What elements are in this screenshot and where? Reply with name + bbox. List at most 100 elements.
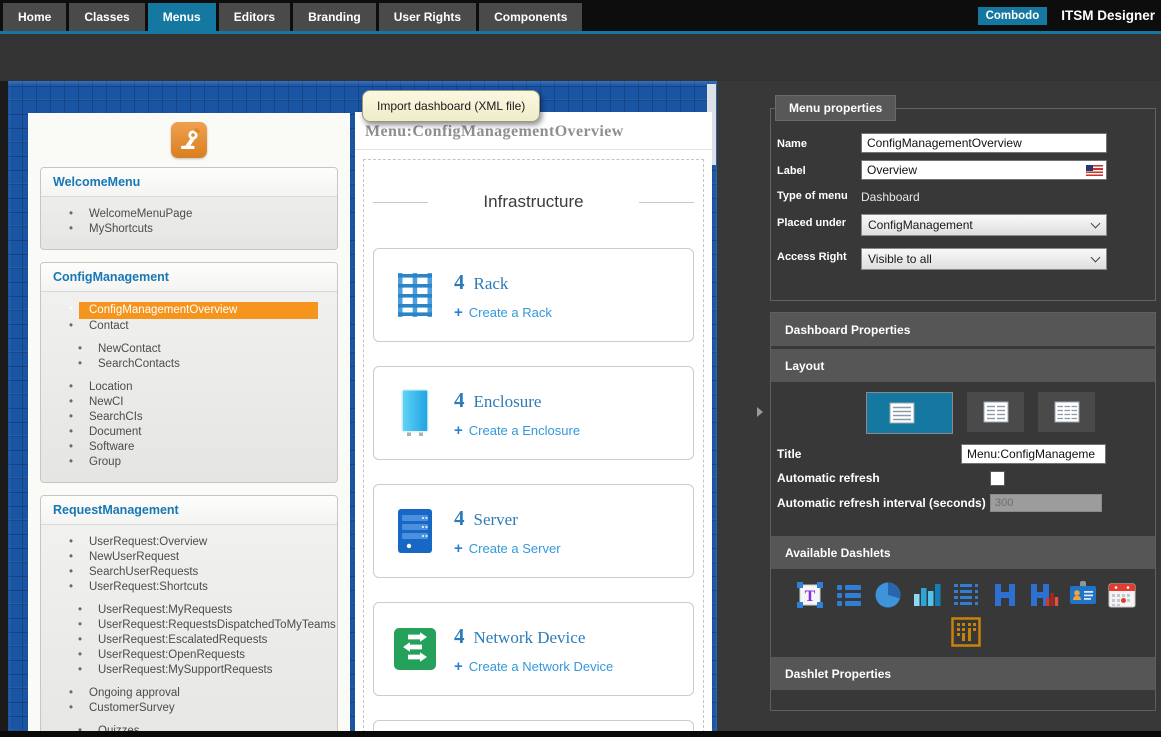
menu-item[interactable]: UserRequest:MySupportRequests	[41, 663, 337, 678]
access-right-select[interactable]: Visible to all	[861, 248, 1107, 270]
menu-item[interactable]: Location	[41, 380, 337, 395]
menu-section-requestmanagement: RequestManagement UserRequest:Overview N…	[40, 495, 338, 731]
panel-collapse-arrow[interactable]	[757, 407, 763, 417]
badge-dashlet-partial[interactable]	[373, 720, 694, 731]
layout-option-three-columns[interactable]	[1038, 392, 1095, 432]
plus-icon: +	[454, 304, 463, 321]
badge-class-name[interactable]: Enclosure	[474, 392, 542, 412]
layout-option-two-columns[interactable]	[967, 392, 1024, 432]
tab-classes[interactable]: Classes	[69, 3, 144, 31]
badge-dashlet-enclosure[interactable]: 4 Enclosure +Create a Enclosure	[373, 366, 694, 460]
menu-section-title[interactable]: RequestManagement	[41, 496, 337, 525]
menu-tree-panel: WelcomeMenu WelcomeMenuPage MyShortcuts …	[28, 113, 350, 731]
header-stats-dashlet-icon[interactable]	[1029, 580, 1059, 610]
menu-item[interactable]: MyShortcuts	[41, 222, 337, 237]
pie-chart-dashlet-icon[interactable]	[873, 580, 903, 610]
bar-chart-dashlet-icon[interactable]	[912, 580, 942, 610]
badge-count: 4	[454, 388, 465, 413]
brand-area: Combodo ITSM Designer	[978, 0, 1155, 31]
menu-properties-group: Menu properties Name Label Type of menu …	[770, 108, 1156, 301]
menu-item[interactable]: SearchContacts	[41, 357, 337, 372]
menu-item[interactable]: UserRequest:OpenRequests	[41, 648, 337, 663]
refresh-interval-field	[990, 494, 1102, 512]
create-link[interactable]: +Create a Enclosure	[454, 422, 580, 439]
badge-dashlet-network-device[interactable]: 4Network Device +Create a Network Device	[373, 602, 694, 696]
properties-panel: Menu properties Name Label Type of menu …	[717, 81, 1161, 737]
tab-home[interactable]: Home	[3, 3, 66, 31]
access-right-value: Visible to all	[868, 252, 932, 266]
menu-item[interactable]: CustomerSurvey	[41, 701, 337, 716]
design-canvas: WelcomeMenu WelcomeMenuPage MyShortcuts …	[8, 81, 717, 731]
badge-class-name[interactable]: Rack	[474, 274, 509, 294]
dashlet-properties-header: Dashlet Properties	[771, 657, 1155, 693]
badge-dashlet-rack[interactable]: 4Rack +Create a Rack	[373, 248, 694, 342]
bottom-edge	[0, 731, 1161, 737]
menu-item[interactable]: NewContact	[41, 342, 337, 357]
menu-item[interactable]: UserRequest:MyRequests	[41, 603, 337, 618]
menu-item[interactable]: UserRequest:EscalatedRequests	[41, 633, 337, 648]
dashboard-drop-area[interactable]: Infrastructure 4Rack +Create a Rack	[363, 159, 704, 731]
two-columns-layout-icon	[983, 401, 1009, 423]
tab-branding[interactable]: Branding	[293, 3, 376, 31]
app-title: ITSM Designer	[1061, 8, 1155, 23]
menu-section-body: UserRequest:Overview NewUserRequest Sear…	[41, 525, 337, 731]
automatic-refresh-checkbox[interactable]	[990, 471, 1005, 486]
menu-item[interactable]: SearchCIs	[41, 410, 337, 425]
menu-item-selected[interactable]: ConfigManagementOverview	[41, 302, 337, 319]
menu-section-title[interactable]: ConfigManagement	[41, 263, 337, 292]
tabbar-accent-line	[0, 31, 1161, 34]
menu-item[interactable]: UserRequest:Overview	[41, 535, 337, 550]
text-dashlet-icon[interactable]: T	[795, 580, 825, 610]
dashboard-title-field[interactable]	[961, 444, 1106, 464]
name-field[interactable]	[861, 133, 1107, 153]
access-right-label: Access Right	[777, 248, 861, 264]
menu-section-title[interactable]: WelcomeMenu	[41, 168, 337, 197]
menu-item[interactable]: Contact	[41, 319, 337, 334]
placed-under-label: Placed under	[777, 214, 861, 230]
tab-components[interactable]: Components	[479, 3, 582, 31]
plus-icon: +	[454, 658, 463, 675]
badge-class-name[interactable]: Network Device	[474, 628, 586, 648]
menu-item[interactable]: Quizzes	[41, 724, 337, 731]
badge-dashlet-server[interactable]: 4Server +Create a Server	[373, 484, 694, 578]
available-dashlets: T	[771, 572, 1147, 657]
menu-item[interactable]: WelcomeMenuPage	[41, 207, 337, 222]
label-label: Label	[777, 162, 861, 178]
create-link[interactable]: +Create a Network Device	[454, 658, 613, 675]
menu-item[interactable]: NewCI	[41, 395, 337, 410]
menu-section-configmanagement: ConfigManagement ConfigManagementOvervie…	[40, 262, 338, 483]
menu-item[interactable]: SearchUserRequests	[41, 565, 337, 580]
menu-item[interactable]: UserRequest:RequestsDispatchedToMyTeams	[41, 618, 337, 633]
label-field[interactable]	[861, 160, 1107, 180]
us-flag-icon[interactable]	[1086, 165, 1103, 176]
menu-item[interactable]: Software	[41, 440, 337, 455]
dashboard-preview-panel: Menu:ConfigManagementOverview Infrastruc…	[355, 112, 712, 731]
list-dashlet-icon[interactable]	[834, 580, 864, 610]
create-link[interactable]: +Create a Server	[454, 540, 561, 557]
available-dashlets-header: Available Dashlets	[771, 536, 1155, 572]
automatic-refresh-label: Automatic refresh	[777, 471, 990, 485]
itsm-designer-window: Home Classes Menus Editors Branding User…	[0, 0, 1161, 737]
designer-robot-icon	[171, 122, 207, 158]
placed-under-select[interactable]: ConfigManagement	[861, 214, 1107, 236]
combodo-badge: Combodo	[978, 7, 1048, 25]
menu-item[interactable]: UserRequest:Shortcuts	[41, 580, 337, 595]
layout-option-one-column[interactable]	[866, 392, 953, 434]
table-dashlet-icon[interactable]	[951, 580, 981, 610]
toolbar	[0, 34, 1161, 81]
calendar-dashlet-icon[interactable]	[1107, 580, 1137, 610]
tab-user-rights[interactable]: User Rights	[379, 3, 476, 31]
tab-menus[interactable]: Menus	[148, 3, 216, 31]
create-link[interactable]: +Create a Rack	[454, 304, 552, 321]
menu-item[interactable]: Group	[41, 455, 337, 470]
tab-editors[interactable]: Editors	[219, 3, 290, 31]
refresh-interval-label: Automatic refresh interval (seconds)	[777, 496, 990, 510]
badge-class-name[interactable]: Server	[474, 510, 518, 530]
menu-item[interactable]: Ongoing approval	[41, 686, 337, 701]
header-dashlet-icon[interactable]	[990, 580, 1020, 610]
badge-dashlet-icon[interactable]	[1068, 580, 1098, 610]
menu-item[interactable]: Document	[41, 425, 337, 440]
group-dashlet-icon[interactable]	[951, 617, 981, 647]
menu-item[interactable]: NewUserRequest	[41, 550, 337, 565]
name-label: Name	[777, 135, 861, 151]
